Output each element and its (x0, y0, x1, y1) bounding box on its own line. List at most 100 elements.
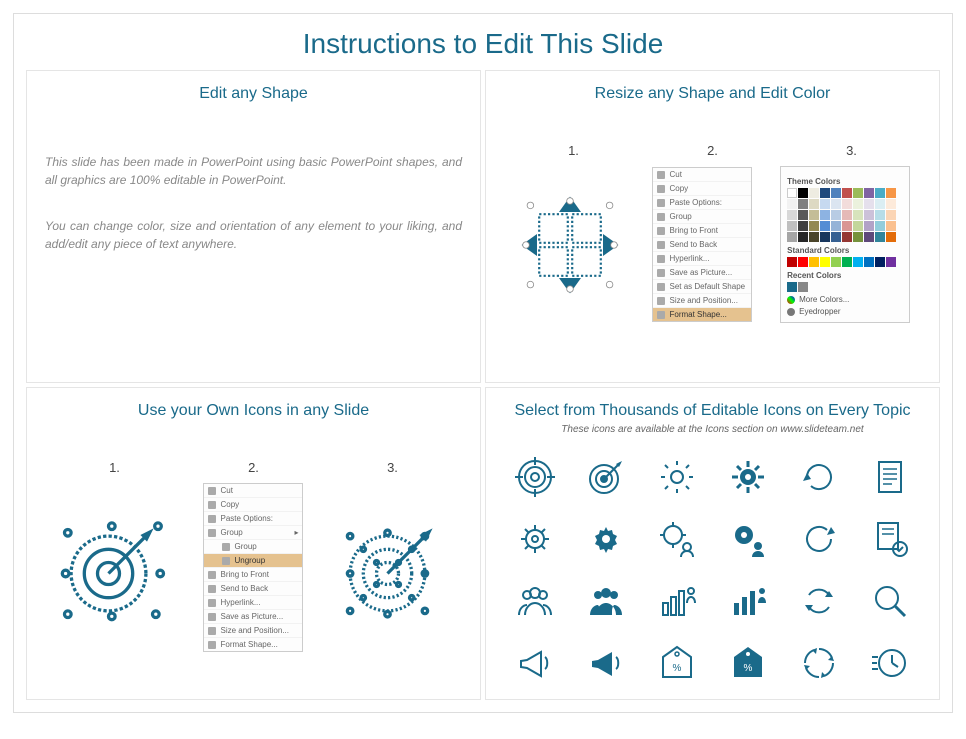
step-number: 2. (248, 460, 259, 475)
svg-text:%: % (672, 663, 681, 674)
more-colors-link: More Colors... (787, 295, 903, 304)
document-icon (866, 457, 915, 497)
menu-item-back: Send to Back (204, 582, 302, 596)
menu-item-cut: Cut (204, 484, 302, 498)
submenu-item-ungroup: Ungroup (204, 554, 302, 568)
panel-title: Resize any Shape and Edit Color (504, 85, 921, 103)
paste-icon (208, 515, 216, 523)
menu-item-savepic: Save as Picture... (653, 266, 751, 280)
gear-icon (652, 457, 701, 497)
target-preview-selected (59, 513, 169, 623)
menu-item-sizepos: Size and Position... (204, 624, 302, 638)
reload-icon (795, 519, 844, 559)
panel-own-icons: Use your Own Icons in any Slide 1. 2. 3. (26, 387, 481, 700)
target-ungrouped (338, 513, 448, 623)
step-number: 1. (568, 143, 579, 158)
people-icon (510, 581, 559, 621)
panel-title: Select from Thousands of Editable Icons … (504, 402, 921, 420)
four-square-shape-icon (515, 190, 625, 300)
bars-people-solid-icon (724, 581, 773, 621)
step-number: 3. (846, 143, 857, 158)
color-palette: Theme Colors Standard Colors Recent Colo… (780, 166, 910, 323)
image-icon (657, 269, 665, 277)
megaphone-icon (510, 643, 559, 683)
menu-item-front: Bring to Front (653, 224, 751, 238)
eyedropper-link: Eyedropper (787, 307, 903, 316)
context-menu: Cut Copy Paste Options: Group▸ Group Ung… (203, 483, 303, 652)
menu-item-front: Bring to Front (204, 568, 302, 582)
menu-item-default: Set as Default Shape (653, 280, 751, 294)
menu-item-group: Group▸ (204, 526, 302, 540)
panel-edit-shape: Edit any Shape This slide has been made … (26, 70, 481, 383)
menu-item-copy: Copy (204, 498, 302, 512)
people-solid-icon (581, 581, 630, 621)
panel-grid: Edit any Shape This slide has been made … (14, 70, 952, 712)
copy-icon (657, 185, 665, 193)
paste-icon (657, 199, 665, 207)
link-icon (657, 255, 665, 263)
eyedropper-icon (787, 308, 795, 316)
cog-solid-icon (581, 519, 630, 559)
size-icon (208, 627, 216, 635)
format-icon (657, 311, 665, 319)
dart-target-icon (581, 457, 630, 497)
panel-subtitle: These icons are available at the Icons s… (504, 424, 921, 435)
step-number: 2. (707, 143, 718, 158)
clock-speed-icon (866, 643, 915, 683)
panel-content-row: Cut Copy Paste Options: Group Bring to F… (504, 166, 921, 323)
menu-item-format: Format Shape... (204, 638, 302, 651)
menu-item-back: Send to Back (653, 238, 751, 252)
magnifier-icon (866, 581, 915, 621)
panel-content-row: Cut Copy Paste Options: Group▸ Group Ung… (45, 483, 462, 652)
cycle-icon (795, 581, 844, 621)
step-number: 1. (109, 460, 120, 475)
gear-filled-icon (724, 457, 773, 497)
svg-text:%: % (744, 663, 753, 674)
bars-people-icon (652, 581, 701, 621)
panel-title: Edit any Shape (45, 85, 462, 103)
menu-item-sizepos: Size and Position... (653, 294, 751, 308)
target-icon (510, 457, 559, 497)
format-icon (208, 641, 216, 649)
cut-icon (657, 171, 665, 179)
main-title: Instructions to Edit This Slide (14, 14, 952, 70)
panel-resize-color: Resize any Shape and Edit Color 1. 2. 3. (485, 70, 940, 383)
back-icon (208, 585, 216, 593)
shape-preview-selected (515, 190, 625, 300)
panel-title: Use your Own Icons in any Slide (45, 402, 462, 420)
refresh-icon (795, 457, 844, 497)
doc-check-icon (866, 519, 915, 559)
percent-tag-solid-icon: % (724, 643, 773, 683)
palette-section-theme: Theme Colors (787, 177, 903, 186)
front-icon (208, 571, 216, 579)
back-icon (657, 241, 665, 249)
arrows-cycle-icon (795, 643, 844, 683)
link-icon (208, 599, 216, 607)
image-icon (208, 613, 216, 621)
paragraph: You can change color, size and orientati… (45, 217, 462, 253)
slide-container: Instructions to Edit This Slide Edit any… (13, 13, 953, 713)
menu-item-format-shape: Format Shape... (653, 308, 751, 321)
menu-item-hyperlink: Hyperlink... (653, 252, 751, 266)
target-arrow-icon (338, 513, 448, 623)
ungroup-icon (222, 557, 230, 565)
menu-item-paste: Paste Options: (204, 512, 302, 526)
menu-item-copy: Copy (653, 182, 751, 196)
menu-item-savepic: Save as Picture... (204, 610, 302, 624)
gear-user-icon (652, 519, 701, 559)
icon-grid: % % (504, 457, 921, 683)
menu-item-paste: Paste Options: (653, 196, 751, 210)
cog-icon (510, 519, 559, 559)
paragraph: This slide has been made in PowerPoint u… (45, 153, 462, 189)
step-numbers: 1. 2. 3. (504, 143, 921, 158)
panel-body-text: This slide has been made in PowerPoint u… (45, 153, 462, 253)
front-icon (657, 227, 665, 235)
panel-icon-library: Select from Thousands of Editable Icons … (485, 387, 940, 700)
palette-section-recent: Recent Colors (787, 271, 903, 280)
cut-icon (208, 487, 216, 495)
context-menu: Cut Copy Paste Options: Group Bring to F… (652, 167, 752, 322)
palette-section-standard: Standard Colors (787, 246, 903, 255)
size-icon (657, 297, 665, 305)
step-number: 3. (387, 460, 398, 475)
menu-item-hyperlink: Hyperlink... (204, 596, 302, 610)
